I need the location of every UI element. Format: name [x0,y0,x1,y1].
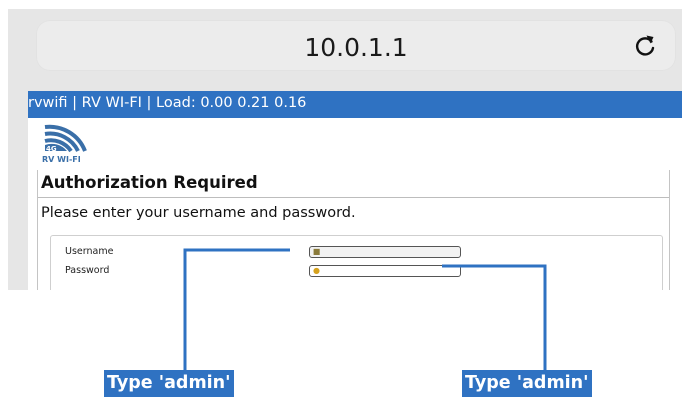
password-callout-label: Type 'admin' [462,370,592,397]
password-callout-line [442,264,547,370]
callout-connectors [183,248,547,370]
username-callout-line [183,248,290,370]
username-callout-label: Type 'admin' [104,370,234,397]
